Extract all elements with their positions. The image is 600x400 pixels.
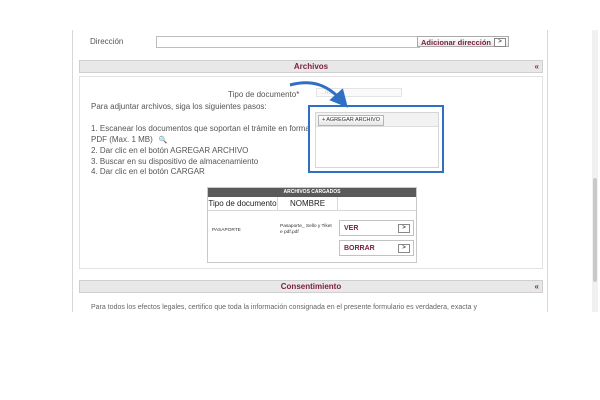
delete-file-button[interactable]: BORRAR >: [339, 240, 414, 256]
instructions-steps: 1. Escanear los documentos que soportan …: [91, 124, 316, 178]
scrollbar[interactable]: [592, 30, 598, 312]
consent-text: Para todos los efectos legales, certific…: [91, 304, 477, 311]
add-address-label: Adicionar dirección: [421, 38, 492, 47]
row-file-name: Pasaporte_ Sello y Tiket e pdf.pdf: [280, 224, 332, 235]
archivos-title: Archivos: [293, 62, 329, 71]
add-file-button[interactable]: +AGREGAR ARCHIVO: [318, 115, 385, 126]
arrow-right-icon: >: [398, 244, 410, 253]
doc-type-label: Tipo de documento*: [228, 90, 300, 99]
consent-section-header[interactable]: Consentimiento «: [79, 280, 543, 293]
step-1: 1. Escanear los documentos que soportan …: [91, 124, 317, 133]
row-doc-type: PASAPORTE: [212, 228, 241, 233]
archivos-section-header[interactable]: Archivos «: [79, 60, 543, 73]
consent-title: Consentimiento: [280, 282, 342, 291]
doc-type-select[interactable]: ...nte: [316, 88, 402, 97]
upload-highlight-box: +AGREGAR ARCHIVO: [308, 105, 444, 173]
add-address-button[interactable]: Adicionar dirección >: [417, 36, 509, 47]
collapse-icon[interactable]: «: [535, 281, 539, 293]
collapse-icon[interactable]: «: [535, 61, 539, 73]
step-2: 2. Dar clic en el botón AGREGAR ARCHIVO: [91, 146, 249, 155]
column-header-name: NOMBRE: [278, 197, 338, 211]
archivos-section: Tipo de documento* ...nte Para adjuntar …: [79, 76, 543, 269]
instructions-title: Para adjuntar archivos, siga los siguien…: [91, 102, 267, 111]
arrow-right-icon: >: [398, 224, 410, 233]
step-1-cont: PDF (Max. 1 MB) 🔍: [91, 134, 168, 144]
scroll-thumb[interactable]: [593, 178, 597, 282]
view-file-button[interactable]: VER >: [339, 220, 414, 236]
step-4: 4. Dar clic en el botón CARGAR: [91, 167, 205, 176]
address-input[interactable]: [156, 36, 420, 48]
column-header-doc-type: Tipo de documento: [208, 197, 278, 211]
uploaded-files-title: ARCHIVOS CARGADOS: [208, 188, 416, 197]
form-page: Dirección Adicionar dirección > Archivos…: [72, 30, 548, 312]
upload-toolbar: +AGREGAR ARCHIVO: [316, 113, 438, 127]
column-header-actions: [338, 197, 416, 211]
address-label: Dirección: [90, 37, 124, 46]
zoom-icon[interactable]: 🔍: [159, 137, 168, 144]
step-3: 3. Buscar en su dispositivo de almacenam…: [91, 156, 259, 166]
upload-area[interactable]: +AGREGAR ARCHIVO: [315, 112, 439, 168]
plus-icon: +: [322, 117, 326, 123]
arrow-right-icon: >: [494, 38, 506, 47]
uploaded-files-table: ARCHIVOS CARGADOS Tipo de documento NOMB…: [207, 187, 417, 263]
